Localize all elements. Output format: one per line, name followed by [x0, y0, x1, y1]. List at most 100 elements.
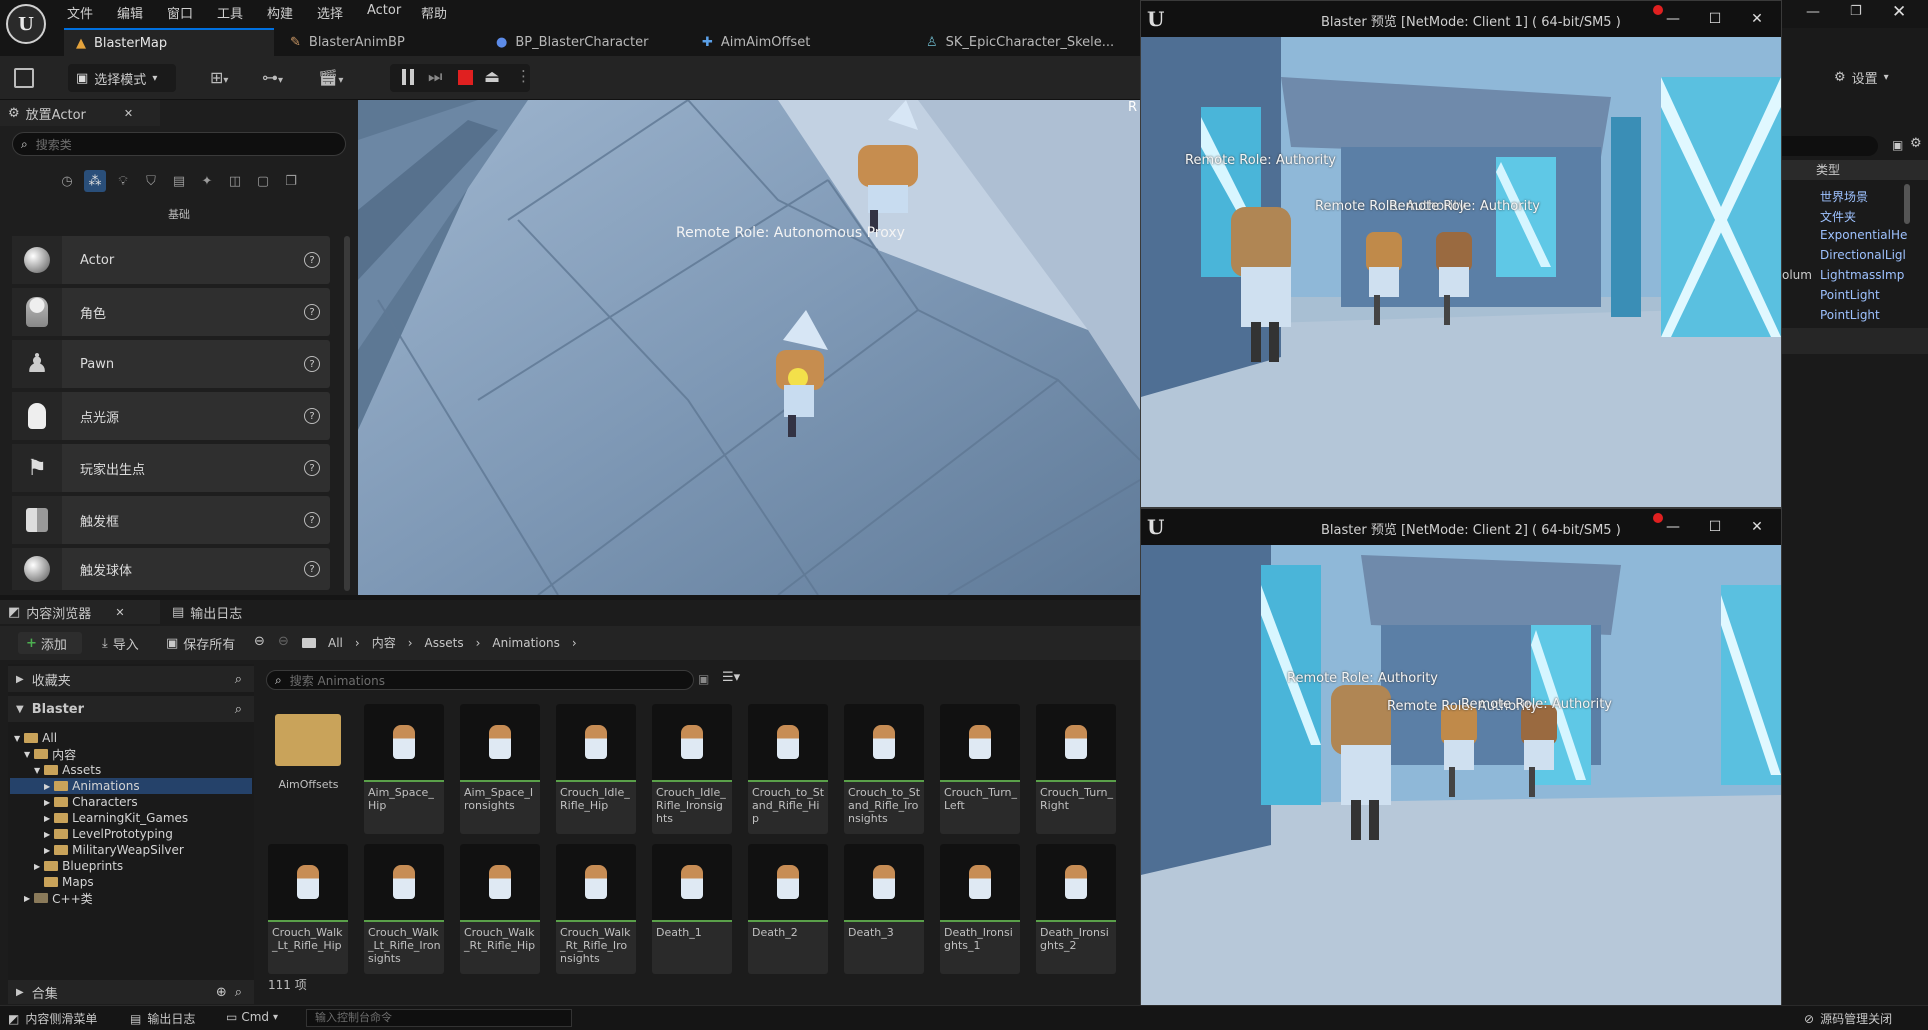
- actor-item-pawn[interactable]: ♟ Pawn ?: [12, 340, 330, 388]
- close-icon[interactable]: ✕: [1892, 2, 1906, 22]
- content-browser-tab[interactable]: ◩ 内容浏览器 ✕: [0, 600, 160, 624]
- content-drawer-button[interactable]: ◩ 内容侧滑菜单: [8, 1010, 97, 1027]
- actor-item-point-light[interactable]: 点光源 ?: [12, 392, 330, 440]
- menu-edit[interactable]: 编辑: [117, 3, 143, 22]
- restore-icon[interactable]: ❐: [1850, 4, 1862, 19]
- panel-scrollbar[interactable]: [344, 236, 350, 591]
- help-icon[interactable]: ?: [304, 512, 320, 528]
- tab-skeleton[interactable]: ♙ SK_EpicCharacter_Skele...: [914, 28, 1140, 56]
- console-input[interactable]: 输入控制台命令: [306, 1009, 572, 1027]
- recent-icon[interactable]: ◷: [56, 170, 78, 192]
- client2-title-bar[interactable]: U Blaster 预览 [NetMode: Client 2] ( 64-bi…: [1141, 509, 1781, 545]
- help-icon[interactable]: ?: [304, 460, 320, 476]
- animation-asset-tile[interactable]: Crouch_Turn_Left: [940, 704, 1020, 834]
- animation-asset-tile[interactable]: Aim_Space_Ironsights: [460, 704, 540, 834]
- breadcrumb-item[interactable]: Animations: [492, 636, 559, 650]
- cmd-dropdown[interactable]: ▭ Cmd ▾: [226, 1010, 278, 1024]
- more-options-icon[interactable]: ⋮: [516, 67, 531, 85]
- breadcrumb-item[interactable]: Assets: [425, 636, 464, 650]
- add-button[interactable]: + 添加: [18, 632, 82, 654]
- animation-asset-tile[interactable]: Crouch_Walk_Lt_Rifle_Ironsights: [364, 844, 444, 974]
- unreal-logo-icon[interactable]: U: [6, 4, 46, 44]
- menu-tools[interactable]: 工具: [217, 3, 243, 22]
- animation-asset-tile[interactable]: Crouch_Walk_Rt_Rifle_Ironsights: [556, 844, 636, 974]
- actor-item-character[interactable]: 角色 ?: [12, 288, 330, 336]
- folder-tile[interactable]: AimOffsets: [268, 704, 348, 834]
- menu-window[interactable]: 窗口: [167, 3, 193, 22]
- tree-item-maps[interactable]: Maps: [44, 874, 94, 890]
- select-mode-dropdown[interactable]: ▣ 选择模式 ▾: [68, 64, 176, 92]
- tree-item-blueprints[interactable]: ▶ Blueprints: [34, 858, 123, 874]
- menu-actor[interactable]: Actor: [367, 3, 401, 18]
- eject-icon[interactable]: ⏏︎: [484, 67, 500, 87]
- import-button[interactable]: ⤓ 导入: [102, 634, 139, 653]
- collections-header[interactable]: ▶ 合集 ⊕ ⌕: [8, 980, 254, 1004]
- tree-item-animations[interactable]: ▶ Animations: [10, 778, 252, 794]
- minimize-icon[interactable]: —: [1663, 517, 1683, 537]
- animation-asset-tile[interactable]: Crouch_Idle_Rifle_Ironsights: [652, 704, 732, 834]
- step-icon[interactable]: ⏭︎: [428, 67, 442, 87]
- breadcrumb-item[interactable]: 内容: [372, 634, 396, 651]
- client2-viewport[interactable]: Remote Role: Authority Remote Role: Auth…: [1141, 545, 1781, 1025]
- animation-asset-tile[interactable]: Crouch_Walk_Rt_Rifle_Hip: [460, 844, 540, 974]
- animation-asset-tile[interactable]: Crouch_Idle_Rifle_Hip: [556, 704, 636, 834]
- settings-button[interactable]: ⚙︎ 设置 ▾: [1834, 68, 1889, 87]
- help-icon[interactable]: ?: [304, 561, 320, 577]
- tree-item-cpp-classes[interactable]: ▶ C++类: [24, 890, 93, 906]
- minimize-icon[interactable]: —: [1663, 9, 1683, 29]
- favorites-header[interactable]: ▶ 收藏夹 ⌕: [8, 666, 254, 692]
- outliner-search[interactable]: [1782, 136, 1878, 156]
- help-icon[interactable]: ?: [304, 252, 320, 268]
- shapes-icon[interactable]: ⛉: [140, 170, 162, 192]
- animation-asset-tile[interactable]: Aim_Space_Hip: [364, 704, 444, 834]
- volumes-icon[interactable]: ▢: [252, 170, 274, 192]
- animation-asset-tile[interactable]: Death_1: [652, 844, 732, 974]
- client1-title-bar[interactable]: U Blaster 预览 [NetMode: Client 1] ( 64-bi…: [1141, 1, 1781, 37]
- level-viewport[interactable]: Remote Role: Autonomous Proxy R: [358, 100, 1140, 595]
- tree-item-levelprototyping[interactable]: ▶ LevelPrototyping: [44, 826, 173, 842]
- help-icon[interactable]: ?: [304, 304, 320, 320]
- menu-select[interactable]: 选择: [317, 3, 343, 22]
- asset-search-input[interactable]: ⌕ 搜索 Animations: [266, 670, 694, 690]
- forward-icon[interactable]: ⊖: [278, 634, 289, 649]
- menu-file[interactable]: 文件: [67, 3, 93, 22]
- animation-asset-tile[interactable]: Crouch_to_Stand_Rifle_Hip: [748, 704, 828, 834]
- search-icon[interactable]: ⌕: [235, 672, 242, 687]
- tab-blastermap[interactable]: ▲ BlasterMap: [64, 28, 274, 56]
- animation-asset-tile[interactable]: Death_2: [748, 844, 828, 974]
- basic-icon[interactable]: ⁂: [84, 170, 106, 192]
- close-icon[interactable]: ✕: [1747, 9, 1767, 29]
- lights-icon[interactable]: 💡︎: [112, 170, 134, 192]
- tree-item-learningkit[interactable]: ▶ LearningKit_Games: [44, 810, 188, 826]
- tree-item-assets[interactable]: ▼ Assets: [34, 762, 101, 778]
- back-icon[interactable]: ⊖: [254, 634, 265, 649]
- tree-item-characters[interactable]: ▶ Characters: [44, 794, 138, 810]
- animation-asset-tile[interactable]: Death_3: [844, 844, 924, 974]
- outliner-scrollbar[interactable]: [1904, 184, 1910, 224]
- stop-icon[interactable]: [458, 70, 473, 85]
- actor-item-trigger-sphere[interactable]: 触发球体 ?: [12, 548, 330, 590]
- cinematic-icon[interactable]: ▤: [168, 170, 190, 192]
- output-log-button[interactable]: ▤ 输出日志: [130, 1010, 195, 1027]
- cinematics-icon[interactable]: 🎬︎▾: [318, 68, 343, 87]
- actor-search-input[interactable]: ⌕ 搜索类: [12, 132, 346, 156]
- blueprint-menu-icon[interactable]: ⊶▾: [262, 68, 283, 87]
- tree-item-content[interactable]: ▼ 内容: [24, 746, 76, 762]
- breadcrumb-item[interactable]: All: [328, 636, 343, 650]
- source-control-button[interactable]: ⊘ 源码管理关闭: [1804, 1010, 1892, 1027]
- menu-build[interactable]: 构建: [267, 3, 293, 22]
- animation-asset-tile[interactable]: Death_Ironsights_2: [1036, 844, 1116, 974]
- save-all-button[interactable]: ▣ 保存所有: [166, 634, 235, 653]
- place-actors-tab[interactable]: ⚙︎ 放置Actor ✕: [0, 100, 160, 126]
- tree-item-all[interactable]: ▼ All: [14, 730, 57, 746]
- output-log-tab[interactable]: ▤ 输出日志: [164, 600, 284, 624]
- pause-icon[interactable]: [402, 69, 414, 85]
- tab-blasteranimbp[interactable]: ✎ BlasterAnimBP: [278, 28, 478, 56]
- blaster-header[interactable]: ▼ Blaster ⌕: [8, 696, 254, 722]
- tab-bp-blastercharacter[interactable]: ● BP_BlasterCharacter: [484, 28, 684, 56]
- save-icon[interactable]: [14, 68, 34, 88]
- animation-asset-tile[interactable]: Crouch_Walk_Lt_Rifle_Hip: [268, 844, 348, 974]
- menu-help[interactable]: 帮助: [421, 3, 447, 22]
- add-collection-icon[interactable]: ⊕: [216, 985, 227, 1000]
- actor-item-player-start[interactable]: ⚑ 玩家出生点 ?: [12, 444, 330, 492]
